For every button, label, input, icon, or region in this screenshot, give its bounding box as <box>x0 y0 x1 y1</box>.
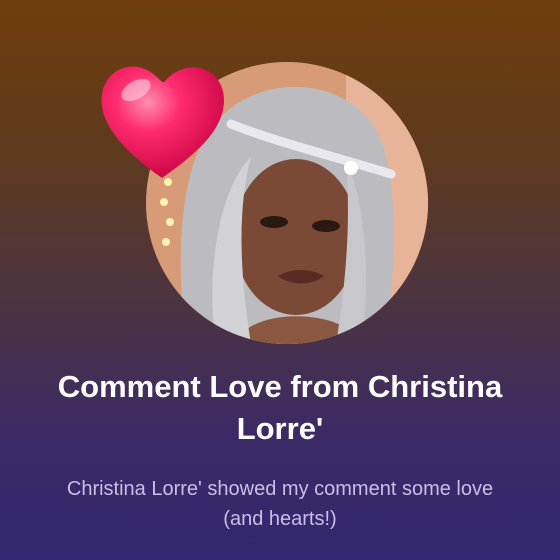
comment-love-card: Comment Love from Christina Lorre' Chris… <box>0 0 560 560</box>
heart-icon <box>92 50 232 190</box>
card-subtitle: Christina Lorre' showed my comment some … <box>66 478 494 530</box>
card-title: Comment Love from Christina Lorre' <box>57 369 503 446</box>
